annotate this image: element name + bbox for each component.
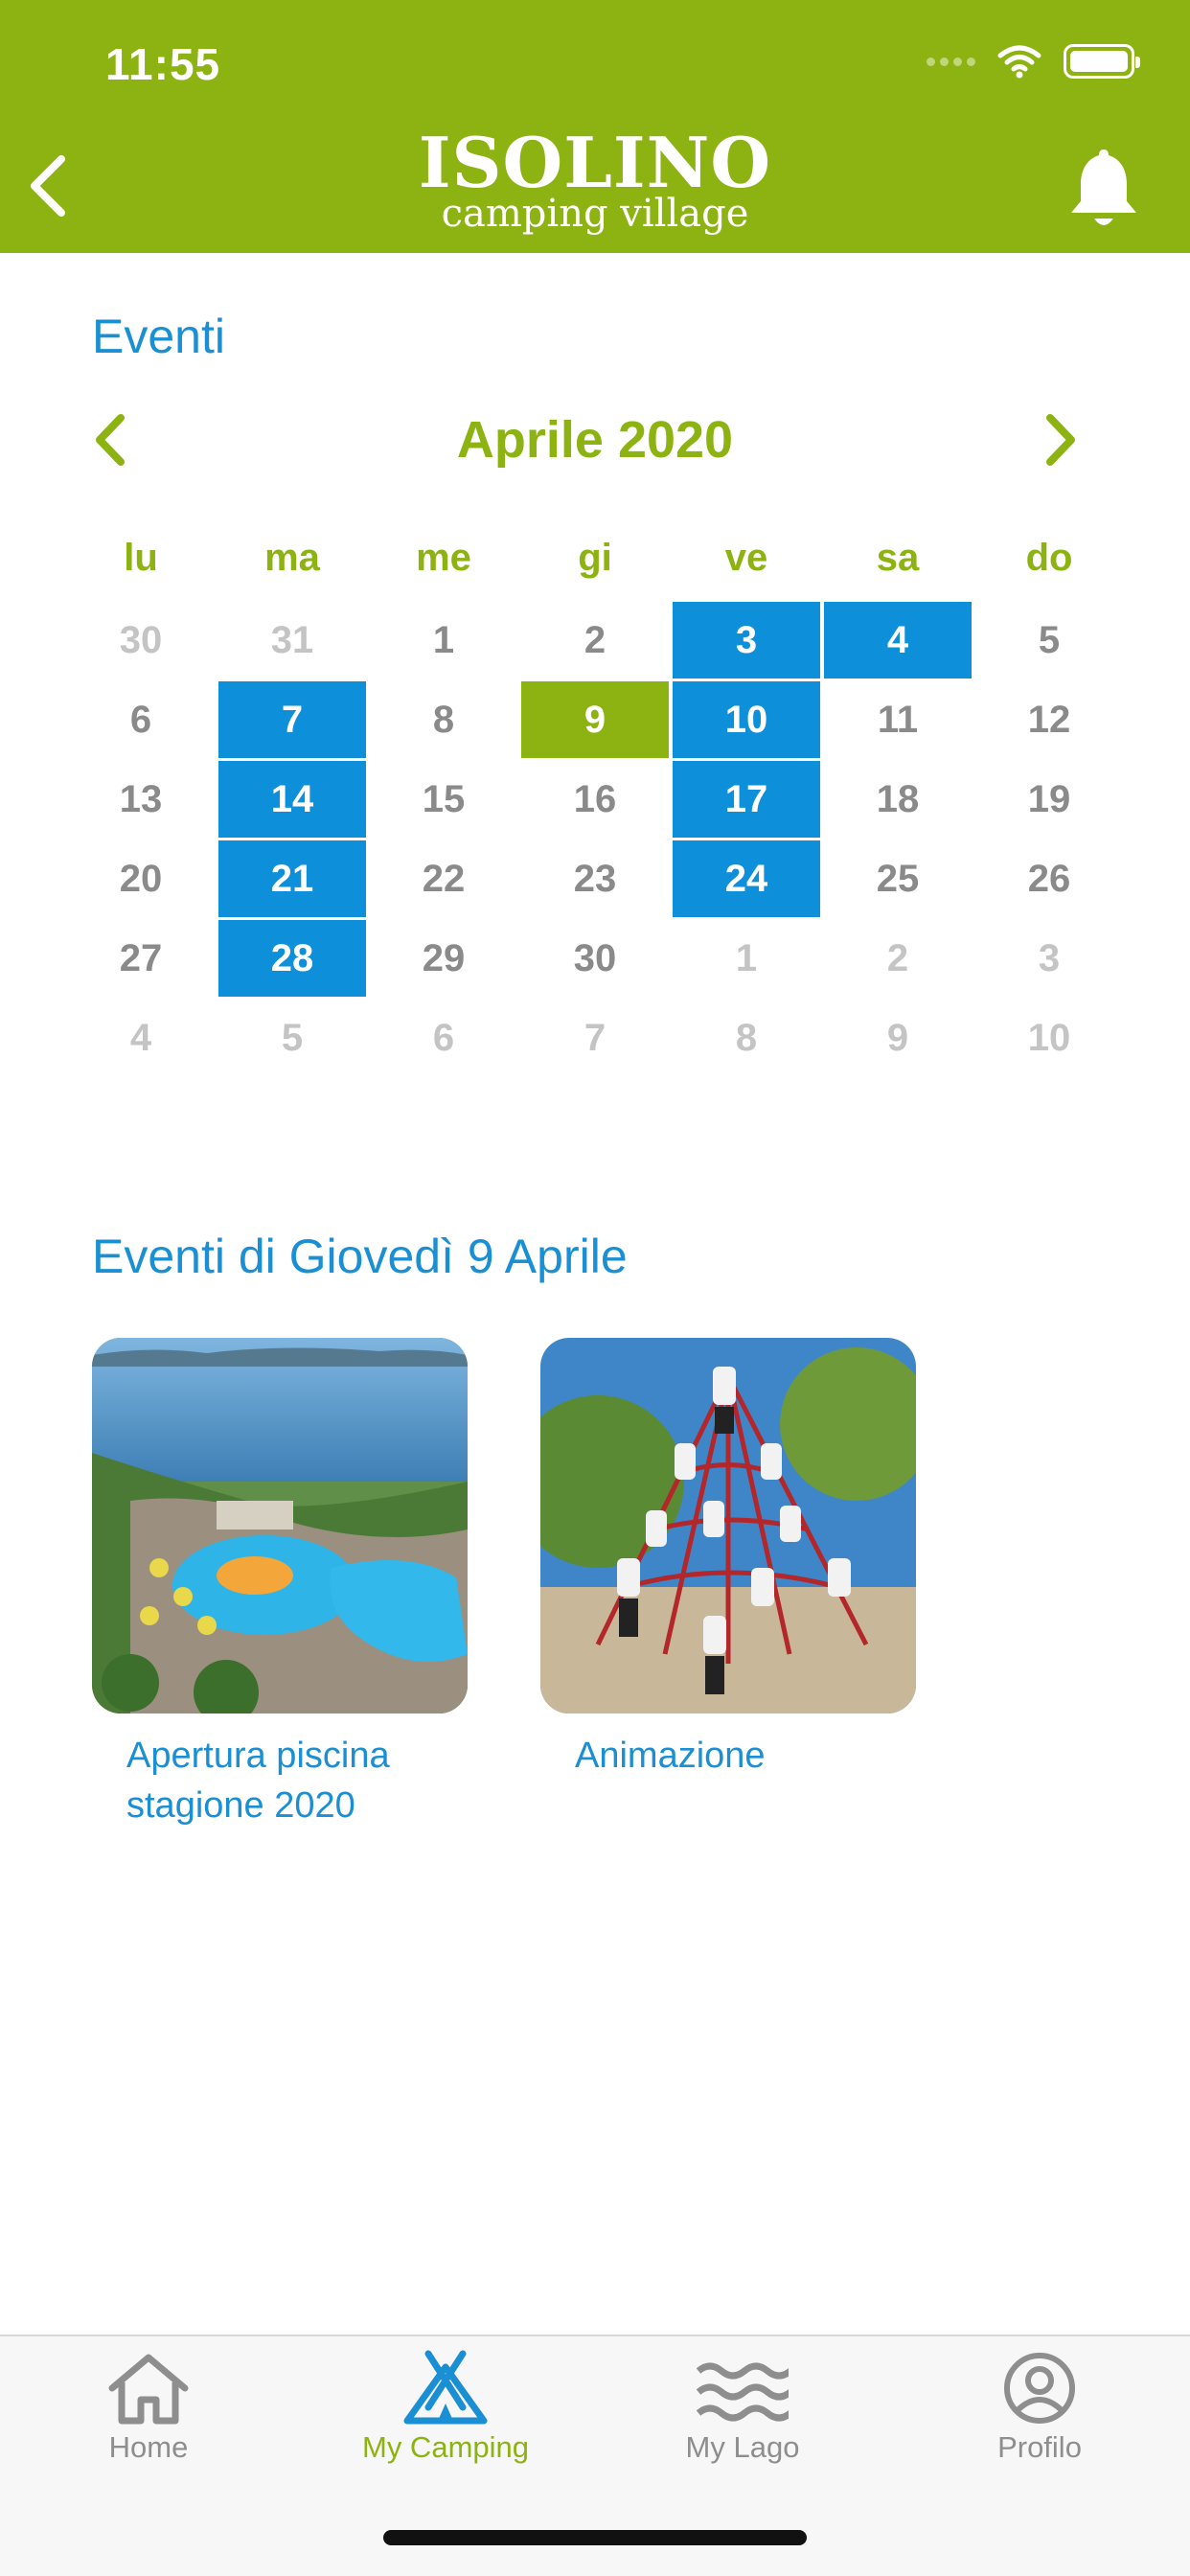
- calendar-grid: 30 31 1 2 3 4 5 6 7 8 9 10 11 12 13 14 15 16 17 18 19 20 21 22 2…: [0, 602, 1190, 1081]
- status-icons: [927, 44, 1140, 79]
- day-events-title: Eventi di Giovedì 9 Aprile: [92, 1230, 628, 1283]
- calendar-day[interactable]: 27: [67, 920, 215, 997]
- calendar-day[interactable]: 25: [824, 840, 972, 917]
- calendar-day[interactable]: 8: [673, 1000, 820, 1076]
- calendar-day[interactable]: 9: [824, 1000, 972, 1076]
- weekday-label: sa: [876, 537, 920, 579]
- animation-team-photo[interactable]: [540, 1338, 916, 1714]
- weekday-label: ma: [264, 537, 320, 579]
- weekday-label: lu: [124, 537, 158, 579]
- calendar-day[interactable]: 13: [67, 761, 215, 838]
- calendar-day[interactable]: 19: [975, 761, 1123, 838]
- calendar-day-event[interactable]: 21: [218, 840, 366, 917]
- day-events-list: Apertura piscina stagione 2020 Animazion…: [0, 1338, 1190, 1836]
- wifi-icon: [997, 45, 1041, 79]
- calendar-day[interactable]: 3: [975, 920, 1123, 997]
- tab-label: My Lago: [685, 2430, 800, 2464]
- calendar-day[interactable]: 11: [824, 681, 972, 758]
- calendar-day[interactable]: 20: [67, 840, 215, 917]
- calendar-day-event[interactable]: 4: [824, 602, 972, 678]
- tab-profilo[interactable]: Profilo: [891, 2350, 1188, 2465]
- calendar-day[interactable]: 23: [521, 840, 669, 917]
- signal-icon: [927, 57, 975, 66]
- calendar-day[interactable]: 6: [370, 1000, 517, 1076]
- weekday-label: gi: [578, 537, 612, 579]
- home-icon: [108, 2354, 189, 2425]
- calendar-day[interactable]: 10: [975, 1000, 1123, 1076]
- tab-home[interactable]: Home: [0, 2350, 297, 2465]
- calendar-day-selected[interactable]: 9: [521, 681, 669, 758]
- calendar-day[interactable]: 6: [67, 681, 215, 758]
- event-name[interactable]: Apertura piscina stagione 2020: [126, 1731, 452, 1830]
- calendar-day[interactable]: 15: [370, 761, 517, 838]
- month-label: Aprile 2020: [456, 411, 734, 469]
- waves-icon: [697, 2362, 789, 2422]
- event-card[interactable]: Apertura piscina stagione 2020: [92, 1338, 468, 1830]
- calendar-day[interactable]: 12: [975, 681, 1123, 758]
- calendar-day[interactable]: 4: [67, 1000, 215, 1076]
- calendar-day-event[interactable]: 17: [673, 761, 820, 838]
- isolino-logo: ISOLINO camping village: [0, 122, 1190, 236]
- home-indicator: [383, 2530, 807, 2545]
- app-header: 11:55 ISOLINO camping village: [0, 0, 1190, 253]
- month-navigation: Aprile 2020: [0, 401, 1190, 477]
- tab-label: My Camping: [362, 2430, 529, 2464]
- tab-label: Home: [108, 2430, 189, 2464]
- battery-icon: [1064, 44, 1140, 79]
- calendar-day-event[interactable]: 10: [673, 681, 820, 758]
- calendar-day[interactable]: 5: [218, 1000, 366, 1076]
- calendar-day[interactable]: 8: [370, 681, 517, 758]
- weekday-label: me: [416, 537, 471, 579]
- calendar-day[interactable]: 2: [824, 920, 972, 997]
- calendar-day-event[interactable]: 3: [673, 602, 820, 678]
- calendar-day[interactable]: 26: [975, 840, 1123, 917]
- calendar-day-event[interactable]: 14: [218, 761, 366, 838]
- weekday-label: do: [1025, 537, 1073, 579]
- calendar-day-event[interactable]: 28: [218, 920, 366, 997]
- event-name[interactable]: Animazione: [575, 1731, 901, 1781]
- calendar-day[interactable]: 2: [521, 602, 669, 678]
- logo-main: ISOLINO: [418, 122, 772, 203]
- calendar-day[interactable]: 22: [370, 840, 517, 917]
- calendar-day-event[interactable]: 24: [673, 840, 820, 917]
- calendar-day[interactable]: 29: [370, 920, 517, 997]
- calendar-day[interactable]: 1: [370, 602, 517, 678]
- calendar-day[interactable]: 31: [218, 602, 366, 678]
- status-time: 11:55: [105, 39, 221, 89]
- profile-icon: [1004, 2353, 1075, 2424]
- tent-icon: [403, 2350, 488, 2425]
- event-card[interactable]: Animazione: [540, 1338, 916, 1781]
- tab-my-camping[interactable]: My Camping: [297, 2350, 594, 2465]
- calendar-day[interactable]: 30: [67, 602, 215, 678]
- bell-icon[interactable]: [1065, 144, 1142, 232]
- calendar-day-event[interactable]: 7: [218, 681, 366, 758]
- next-month-button[interactable]: [1031, 406, 1088, 473]
- calendar-day[interactable]: 5: [975, 602, 1123, 678]
- calendar-day[interactable]: 18: [824, 761, 972, 838]
- logo-sub: camping village: [441, 192, 749, 236]
- pool-photo[interactable]: [92, 1338, 468, 1714]
- calendar-day[interactable]: 1: [673, 920, 820, 997]
- tab-label: Profilo: [997, 2430, 1082, 2464]
- calendar-day[interactable]: 30: [521, 920, 669, 997]
- events-title: Eventi: [92, 310, 225, 363]
- calendar-day[interactable]: 7: [521, 1000, 669, 1076]
- weekday-label: ve: [724, 537, 768, 579]
- tab-my-lago[interactable]: My Lago: [594, 2350, 891, 2465]
- calendar-day[interactable]: 16: [521, 761, 669, 838]
- weekday-header: lu ma me gi ve sa do: [0, 537, 1190, 594]
